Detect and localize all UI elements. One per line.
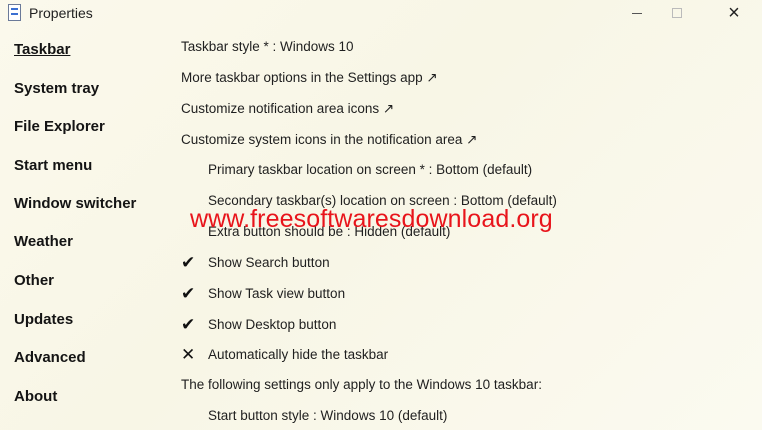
show-task-view-toggle[interactable]: Show Task view button: [208, 286, 345, 301]
properties-app-icon: [8, 4, 21, 21]
title-bar: Properties ×: [0, 0, 762, 26]
cross-icon: ✕: [181, 345, 196, 364]
close-icon: ×: [728, 2, 740, 24]
show-desktop-toggle[interactable]: Show Desktop button: [208, 317, 336, 332]
checkmark-icon: ✔: [181, 284, 196, 303]
taskbar-style-setting[interactable]: Taskbar style * : Windows 10: [181, 39, 354, 54]
sidebar-item-file-explorer[interactable]: File Explorer: [14, 118, 105, 135]
sidebar-item-taskbar[interactable]: Taskbar: [14, 41, 70, 58]
sidebar-item-system-tray[interactable]: System tray: [14, 80, 99, 97]
sidebar-item-weather[interactable]: Weather: [14, 233, 73, 250]
auto-hide-toggle[interactable]: Automatically hide the taskbar: [208, 347, 388, 362]
watermark-text: www.freesoftwaresdownload.org: [190, 205, 553, 233]
maximize-button[interactable]: [654, 0, 700, 26]
sidebar-item-window-switcher[interactable]: Window switcher: [14, 195, 136, 212]
more-taskbar-options-link[interactable]: More taskbar options in the Settings app…: [181, 70, 438, 86]
start-button-style-setting[interactable]: Start button style : Windows 10 (default…: [208, 408, 447, 423]
notification-icons-link[interactable]: Customize notification area icons ↗: [181, 101, 394, 117]
sidebar-item-start-menu[interactable]: Start menu: [14, 157, 92, 174]
sidebar-item-other[interactable]: Other: [14, 272, 54, 289]
checkmark-icon: ✔: [181, 253, 196, 272]
windows10-note: The following settings only apply to the…: [181, 377, 542, 392]
sidebar-item-advanced[interactable]: Advanced: [14, 349, 86, 366]
primary-location-setting[interactable]: Primary taskbar location on screen * : B…: [208, 162, 532, 177]
sidebar-item-updates[interactable]: Updates: [14, 311, 73, 328]
checkmark-icon: ✔: [181, 315, 196, 334]
system-icons-link[interactable]: Customize system icons in the notificati…: [181, 132, 477, 148]
window-title: Properties: [29, 5, 93, 21]
show-search-toggle[interactable]: Show Search button: [208, 255, 330, 270]
sidebar-item-about[interactable]: About: [14, 388, 57, 405]
minimize-icon: [632, 12, 642, 14]
close-button[interactable]: ×: [711, 0, 757, 26]
maximize-icon: [672, 8, 682, 18]
